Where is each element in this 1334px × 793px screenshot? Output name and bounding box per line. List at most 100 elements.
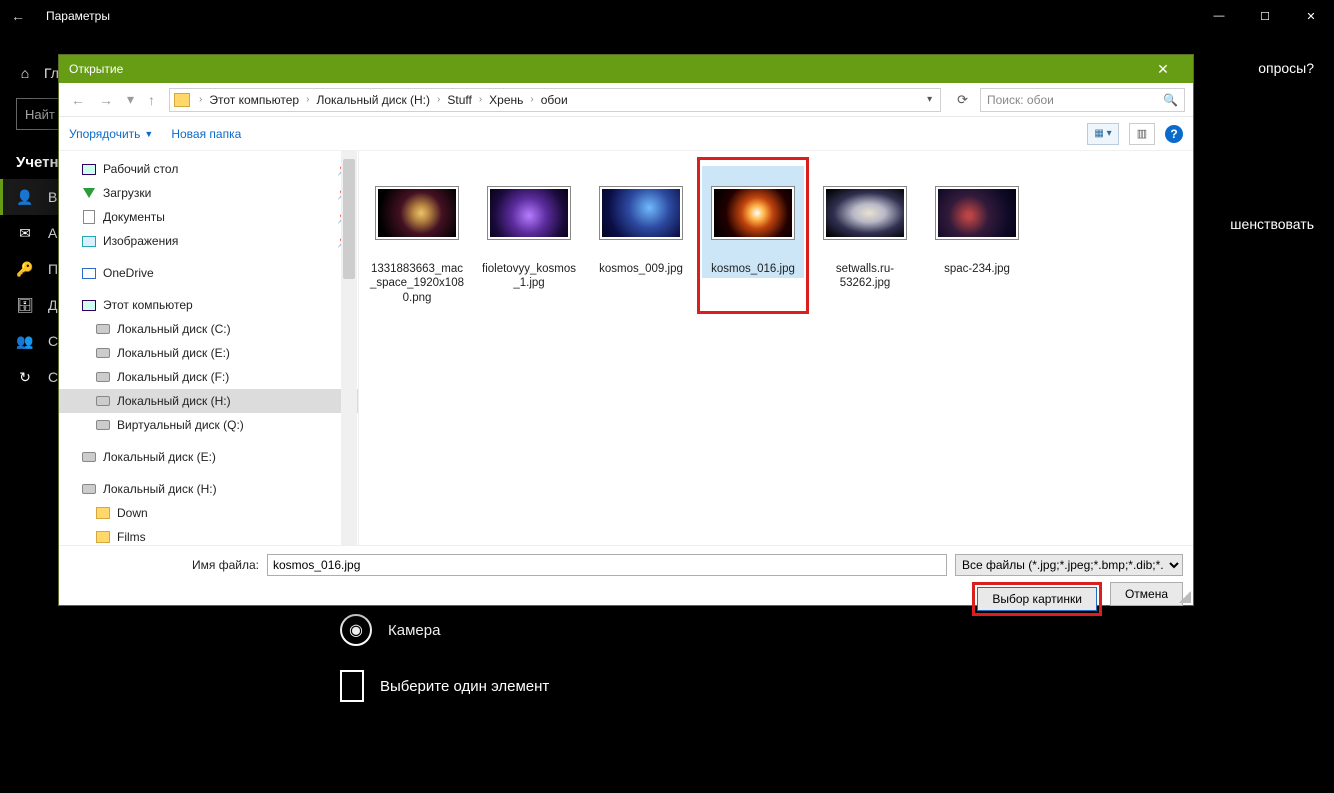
dl-icon (81, 185, 97, 201)
tree-node[interactable]: Down (59, 501, 358, 525)
tree-node[interactable]: Этот компьютер (59, 293, 358, 317)
tree-node-label: Down (117, 506, 148, 520)
minimize-button[interactable]: — (1196, 0, 1242, 32)
nav-recent-icon[interactable]: ▾ (123, 91, 138, 108)
file-item[interactable]: setwalls.ru-53262.jpg (809, 157, 921, 314)
close-icon[interactable]: ✕ (1143, 61, 1183, 78)
tree-node[interactable]: Локальный диск (H:) (59, 389, 358, 413)
thumbnail (935, 186, 1019, 240)
file-item[interactable]: spac-234.jpg (921, 157, 1033, 314)
tree-node[interactable]: Загрузки📌 (59, 181, 358, 205)
preview-pane-button[interactable]: ▥ (1129, 123, 1155, 145)
ok-button-highlight: Выбор картинки (972, 582, 1102, 616)
organize-menu[interactable]: Упорядочить ▼ (69, 127, 153, 141)
user-icon: 👤 (16, 188, 34, 206)
filetype-select[interactable]: Все файлы (*.jpg;*.jpeg;*.bmp;*.dib;*.p (955, 554, 1183, 576)
crumb-4[interactable]: обои (539, 93, 570, 107)
folder-tree[interactable]: Рабочий стол📌Загрузки📌Документы📌Изображе… (59, 151, 359, 545)
home-icon: ⌂ (16, 64, 34, 82)
file-name: kosmos_009.jpg (590, 260, 692, 278)
file-item[interactable]: 1331883663_mac_space_1920x1080.png (361, 157, 473, 314)
thumbnail (375, 186, 459, 240)
home-label: Гл (44, 65, 59, 81)
dialog-nav: ← → ▾ ↑ › Этот компьютер › Локальный дис… (59, 83, 1193, 117)
tree-node[interactable]: Виртуальный диск (Q:) (59, 413, 358, 437)
filename-input[interactable] (267, 554, 947, 576)
search-placeholder: Поиск: обои (987, 93, 1054, 107)
scrollbar[interactable] (341, 151, 357, 545)
settings-title: Параметры (38, 9, 110, 23)
new-folder-button[interactable]: Новая папка (171, 127, 241, 141)
back-icon[interactable]: ← (6, 8, 30, 24)
help-icon[interactable]: ? (1165, 125, 1183, 143)
disk-icon (95, 321, 111, 337)
tree-node[interactable]: Локальный диск (C:) (59, 317, 358, 341)
file-grid[interactable]: 1331883663_mac_space_1920x1080.pngfiolet… (359, 151, 1193, 545)
tree-node-label: Рабочий стол (103, 162, 178, 176)
sync-icon: ↻ (16, 368, 34, 386)
ok-button[interactable]: Выбор картинки (977, 587, 1097, 611)
tree-node-label: Загрузки (103, 186, 151, 200)
tree-node-label: Локальный диск (H:) (103, 482, 217, 496)
thumbnail-wrap (366, 166, 468, 260)
file-item[interactable]: fioletovyy_kosmos_1.jpg (473, 157, 585, 314)
maximize-button[interactable]: ☐ (1242, 0, 1288, 32)
chevron-right-icon: › (434, 94, 443, 105)
pc-icon (81, 297, 97, 313)
tree-node-label: Films (117, 530, 146, 544)
view-mode-button[interactable]: ▦ ▾ (1087, 123, 1119, 145)
folder-icon (174, 93, 190, 107)
tree-node[interactable]: OneDrive (59, 261, 358, 285)
file-item[interactable]: kosmos_009.jpg (585, 157, 697, 314)
dialog-toolbar: Упорядочить ▼ Новая папка ▦ ▾ ▥ ? (59, 117, 1193, 151)
crumb-3[interactable]: Хрень (487, 93, 525, 107)
thumbnail (711, 186, 795, 240)
tree-node[interactable]: Локальный диск (E:) (59, 341, 358, 365)
doc-icon (81, 209, 97, 225)
tree-node[interactable]: Локальный диск (H:) (59, 477, 358, 501)
fold-icon (95, 529, 111, 545)
file-name: 1331883663_mac_space_1920x1080.png (366, 260, 468, 307)
tree-node-label: Локальный диск (F:) (117, 370, 229, 384)
tree-node-label: Документы (103, 210, 165, 224)
tree-node[interactable]: Документы📌 (59, 205, 358, 229)
chevron-down-icon[interactable]: ▾ (923, 94, 936, 105)
close-button[interactable]: ✕ (1288, 0, 1334, 32)
select-file-row[interactable]: Выберите один элемент (340, 670, 549, 702)
tree-node[interactable]: Локальный диск (E:) (59, 445, 358, 469)
breadcrumb[interactable]: › Этот компьютер › Локальный диск (H:) ›… (169, 88, 941, 112)
file-name: kosmos_016.jpg (702, 260, 804, 278)
tree-node-label: Локальный диск (H:) (117, 394, 231, 408)
crumb-0[interactable]: Этот компьютер (207, 93, 301, 107)
dialog-titlebar[interactable]: Открытие ✕ (59, 55, 1193, 83)
tree-node-label: Локальный диск (E:) (117, 346, 230, 360)
tree-node[interactable]: Локальный диск (F:) (59, 365, 358, 389)
search-input[interactable]: Поиск: обои 🔍 (980, 88, 1185, 112)
cancel-button[interactable]: Отмена (1110, 582, 1183, 606)
thumbnail-wrap (926, 166, 1028, 260)
nav-forward-icon[interactable]: → (95, 92, 117, 108)
refresh-icon[interactable]: ⟳ (951, 92, 974, 108)
tree-node[interactable]: Изображения📌 (59, 229, 358, 253)
chevron-down-icon: ▼ (144, 129, 153, 139)
file-item[interactable]: kosmos_016.jpg (697, 157, 809, 314)
disk-icon (95, 345, 111, 361)
fold-icon (95, 505, 111, 521)
organize-label: Упорядочить (69, 127, 140, 141)
picture-options: ◉ Камера Выберите один элемент (340, 614, 549, 726)
thumbnail-wrap (478, 166, 580, 260)
tree-node[interactable]: Рабочий стол📌 (59, 157, 358, 181)
crumb-2[interactable]: Stuff (445, 93, 473, 107)
thumbnail-wrap (702, 166, 804, 260)
tree-node[interactable]: Films (59, 525, 358, 545)
disk-icon (81, 449, 97, 465)
resize-grip[interactable] (1179, 591, 1191, 603)
nav-back-icon[interactable]: ← (67, 92, 89, 108)
chevron-right-icon: › (527, 94, 536, 105)
briefcase-icon: 🗄 (16, 296, 34, 314)
disk-icon (95, 369, 111, 385)
crumb-1[interactable]: Локальный диск (H:) (314, 93, 432, 107)
thumbnail-wrap (814, 166, 916, 260)
thumbnail (487, 186, 571, 240)
nav-up-icon[interactable]: ↑ (144, 92, 159, 108)
